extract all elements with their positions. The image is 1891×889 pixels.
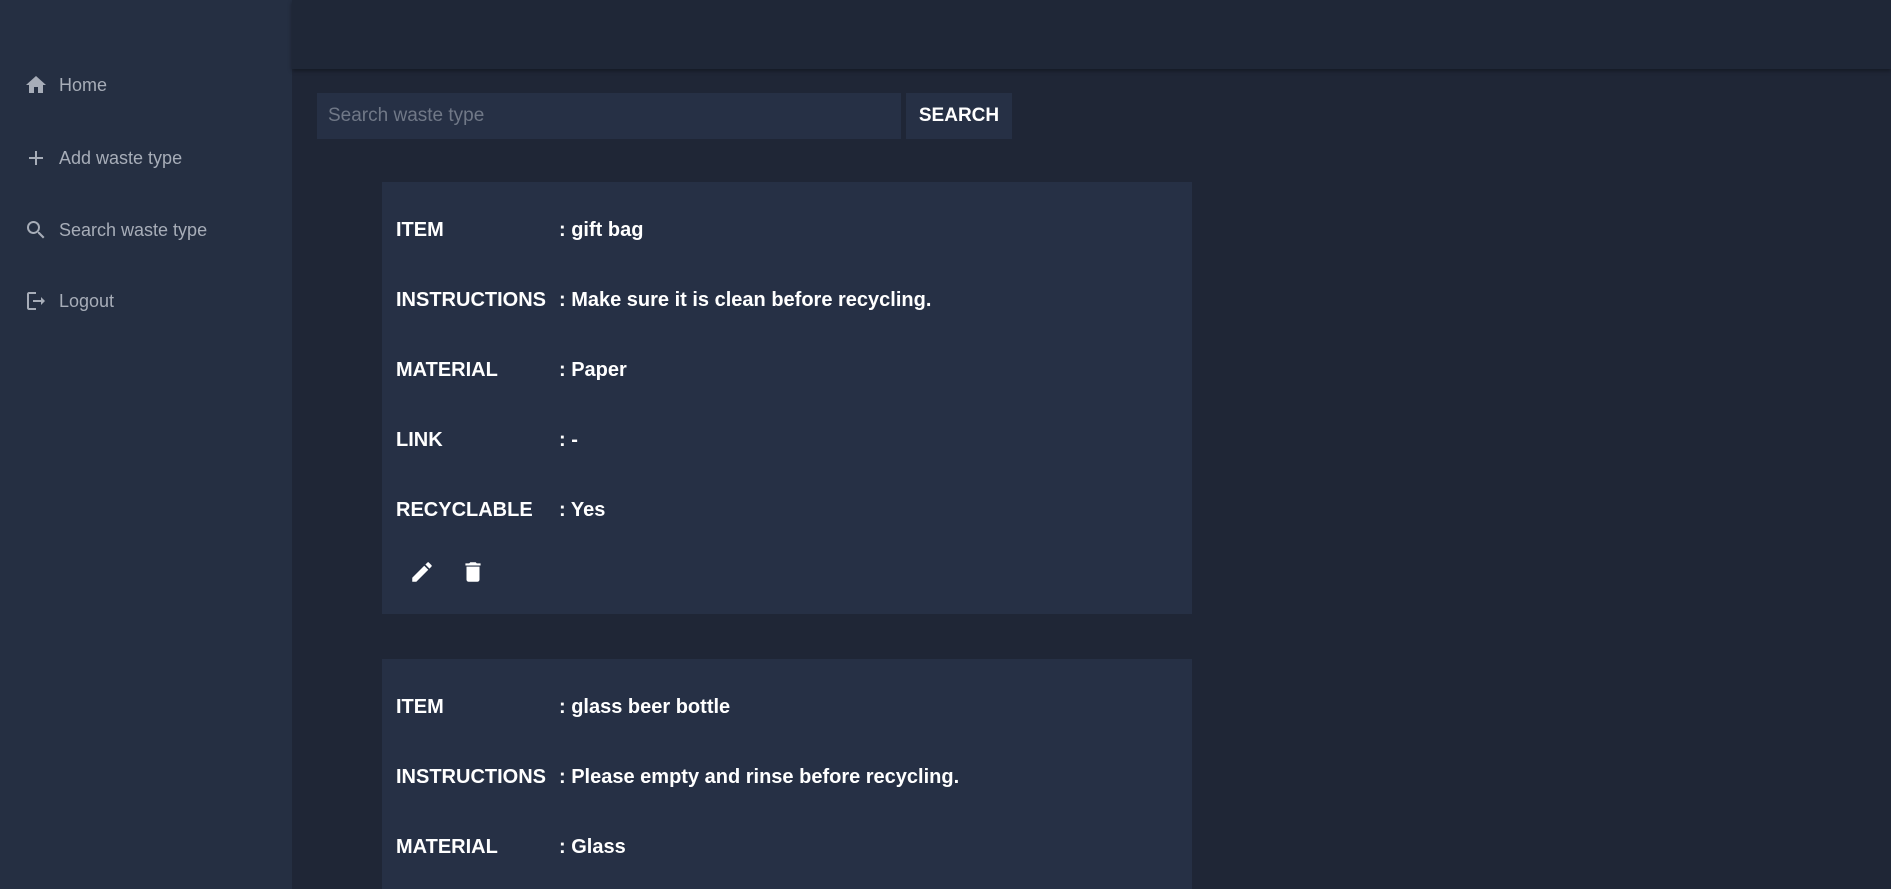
field-row-item: ITEM : gift bag <box>396 215 643 245</box>
sidebar-item-search-waste-type[interactable]: Search waste type <box>24 215 207 245</box>
top-app-bar <box>292 0 1891 69</box>
field-row-material: MATERIAL : Paper <box>396 355 627 385</box>
field-row-instructions: INSTRUCTIONS : Please empty and rinse be… <box>396 762 959 792</box>
logout-icon <box>24 289 48 313</box>
field-value: : - <box>559 428 578 451</box>
delete-icon[interactable] <box>457 556 489 588</box>
field-value: : Yes <box>559 498 606 521</box>
field-value: : Make sure it is clean before recycling… <box>559 288 932 311</box>
plus-icon <box>24 146 48 170</box>
field-label: ITEM <box>396 695 444 718</box>
search-input[interactable] <box>317 93 901 139</box>
field-row-instructions: INSTRUCTIONS : Make sure it is clean bef… <box>396 285 931 315</box>
waste-type-card: ITEM : gift bag INSTRUCTIONS : Make sure… <box>382 182 1192 614</box>
field-label: MATERIAL <box>396 835 498 858</box>
home-icon <box>24 73 48 97</box>
field-row-recyclable: RECYCLABLE : Yes <box>396 495 605 525</box>
field-label: LINK <box>396 428 443 451</box>
sidebar-item-label: Logout <box>59 290 115 311</box>
field-label: INSTRUCTIONS <box>396 765 546 788</box>
sidebar-item-label: Add waste type <box>59 147 183 168</box>
sidebar-item-add-waste-type[interactable]: Add waste type <box>24 143 182 173</box>
field-label: MATERIAL <box>396 358 498 381</box>
field-row-link: LINK : - <box>396 425 578 455</box>
search-button[interactable]: SEARCH <box>906 93 1012 139</box>
card-actions <box>406 556 508 588</box>
field-row-material: MATERIAL : Glass <box>396 832 626 862</box>
field-value: : glass beer bottle <box>559 695 731 718</box>
field-label: ITEM <box>396 218 444 241</box>
sidebar-item-label: Search waste type <box>59 219 208 240</box>
field-label: RECYCLABLE <box>396 498 533 521</box>
sidebar-item-logout[interactable]: Logout <box>24 286 114 316</box>
field-value: : Please empty and rinse before recyclin… <box>559 765 960 788</box>
field-value: : gift bag <box>559 218 644 241</box>
edit-icon[interactable] <box>406 556 438 588</box>
field-row-item: ITEM : glass beer bottle <box>396 692 730 722</box>
field-value: : Glass <box>559 835 626 858</box>
sidebar: Home Add waste type Search waste type Lo… <box>0 0 292 889</box>
search-icon <box>24 218 48 242</box>
waste-type-card: ITEM : glass beer bottle INSTRUCTIONS : … <box>382 659 1192 889</box>
field-label: INSTRUCTIONS <box>396 288 546 311</box>
field-value: : Paper <box>559 358 627 381</box>
sidebar-item-home[interactable]: Home <box>24 70 107 100</box>
sidebar-item-label: Home <box>59 74 108 95</box>
